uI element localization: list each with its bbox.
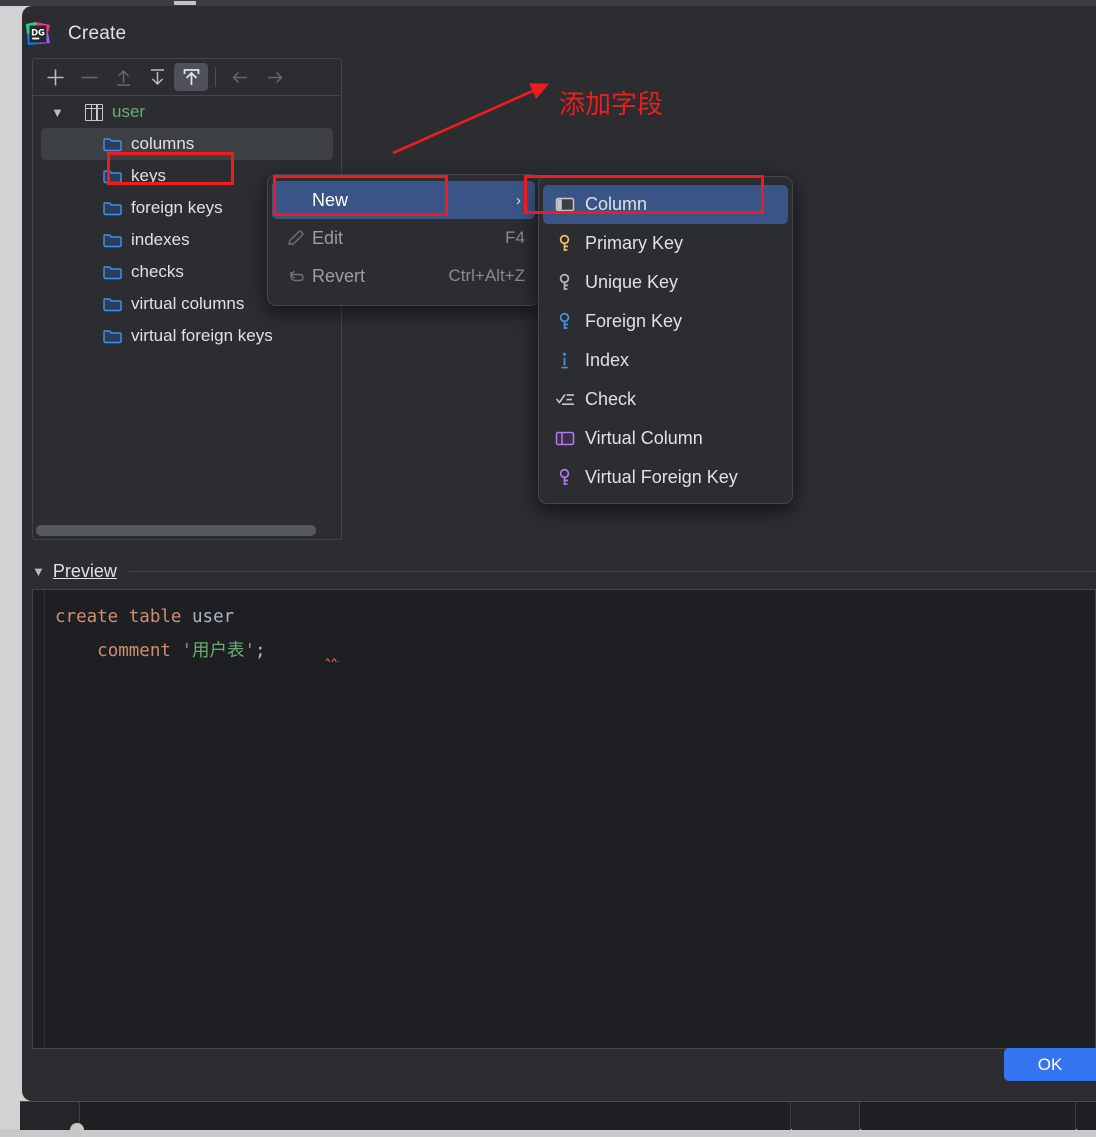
context-menu-item-label: New: [312, 190, 516, 211]
move-down-button[interactable]: [140, 63, 174, 91]
scrollbar-thumb[interactable]: [36, 525, 316, 536]
toolbar-divider: [215, 67, 216, 87]
background-strip-dot: [70, 1123, 84, 1137]
context-menu-shortcut: Ctrl+Alt+Z: [448, 266, 539, 286]
submenu-item-label: Primary Key: [585, 233, 683, 254]
preview-divider: [129, 571, 1096, 572]
submenu-item-label: Check: [585, 389, 636, 410]
background-strip-cell: [792, 1102, 860, 1130]
folder-icon: [103, 297, 122, 312]
background-strip-cell: [81, 1102, 791, 1130]
folder-icon: [103, 169, 122, 184]
move-to-top-button[interactable]: [174, 63, 208, 91]
tree-row-virtual-foreign-keys[interactable]: virtual foreign keys: [33, 320, 341, 352]
background-window-strip: [20, 1101, 1096, 1129]
preview-sql-editor[interactable]: create table user comment '用户表';: [32, 589, 1096, 1049]
context-menu-item-revert[interactable]: Revert Ctrl+Alt+Z: [268, 257, 539, 295]
tree-item-label: columns: [131, 134, 194, 154]
virtual-foreign-key-icon: [555, 468, 585, 487]
sql-semicolon: ;: [255, 641, 266, 661]
tree-body: ▼ user columns: [33, 96, 341, 539]
foreign-key-icon: [555, 312, 585, 331]
background-tab-indicator: [174, 1, 196, 5]
column-icon: [555, 196, 585, 213]
unique-key-icon: [555, 273, 585, 292]
folder-icon: [103, 329, 122, 344]
context-menu-item-label: Revert: [312, 266, 448, 287]
submenu-item-label: Index: [585, 350, 629, 371]
table-icon: [85, 104, 103, 121]
background-strip-cell: [1077, 1102, 1096, 1130]
submenu-item-label: Column: [585, 194, 647, 215]
submenu-item-primary-key[interactable]: Primary Key: [539, 224, 792, 263]
chevron-down-icon[interactable]: ▼: [32, 564, 45, 579]
tree-row-root[interactable]: ▼ user: [33, 96, 341, 128]
tree-row-columns[interactable]: columns: [41, 128, 333, 160]
submenu-item-index[interactable]: Index: [539, 341, 792, 380]
preview-section-header[interactable]: ▼ Preview: [32, 554, 1096, 588]
submenu-item-check[interactable]: Check: [539, 380, 792, 419]
tree-horizontal-scrollbar[interactable]: [36, 525, 338, 536]
ok-button[interactable]: OK: [1004, 1048, 1096, 1081]
tree-item-label: checks: [131, 262, 184, 282]
sql-code: create table user comment '用户表';: [55, 600, 1091, 668]
pencil-icon: [286, 228, 312, 248]
sql-string-literal: '用户表': [181, 641, 255, 661]
svg-text:DG: DG: [31, 27, 45, 37]
submenu-item-label: Foreign Key: [585, 311, 682, 332]
new-object-submenu: Column Primary Key: [538, 176, 793, 504]
submenu-item-label: Unique Key: [585, 272, 678, 293]
create-dialog: DG Create: [22, 6, 1096, 1101]
sql-identifier-user: user: [192, 607, 234, 627]
tree-item-label: indexes: [131, 230, 190, 250]
context-menu-item-edit[interactable]: Edit F4: [268, 219, 539, 257]
context-menu-item-label: Edit: [312, 228, 505, 249]
dialog-title-bar: DG Create: [22, 6, 1096, 60]
tree-root-label: user: [112, 102, 145, 122]
add-button[interactable]: [38, 63, 72, 91]
forward-button[interactable]: [257, 63, 291, 91]
folder-icon: [103, 233, 122, 248]
page-title: Create: [68, 23, 126, 45]
chevron-down-icon[interactable]: ▼: [51, 105, 64, 120]
folder-icon: [103, 201, 122, 216]
submenu-item-virtual-foreign-key[interactable]: Virtual Foreign Key: [539, 458, 792, 497]
context-menu: New › Edit F4 Revert: [267, 174, 540, 306]
check-icon: [555, 391, 585, 408]
tree-item-label: keys: [131, 166, 166, 186]
folder-icon: [103, 137, 122, 152]
sql-keyword-create: create: [55, 607, 118, 627]
back-button[interactable]: [223, 63, 257, 91]
submenu-item-label: Virtual Foreign Key: [585, 467, 738, 488]
error-squiggle-icon: [326, 656, 339, 662]
sql-keyword-table: table: [129, 607, 182, 627]
primary-key-icon: [555, 234, 585, 253]
editor-gutter: [33, 590, 45, 1048]
submenu-item-foreign-key[interactable]: Foreign Key: [539, 302, 792, 341]
submenu-item-label: Virtual Column: [585, 428, 703, 449]
undo-icon: [286, 266, 312, 286]
folder-icon: [103, 265, 122, 280]
tree-item-label: virtual columns: [131, 294, 244, 314]
desktop-background: DG Create: [0, 0, 1096, 1129]
tree-toolbar: [33, 59, 341, 96]
index-icon: [555, 351, 585, 370]
context-menu-shortcut: F4: [505, 228, 539, 248]
submenu-item-unique-key[interactable]: Unique Key: [539, 263, 792, 302]
sql-keyword-comment: comment: [97, 641, 171, 661]
chevron-right-icon: ›: [516, 192, 535, 209]
datagrip-logo-icon: DG: [24, 20, 52, 48]
tree-item-label: virtual foreign keys: [131, 326, 273, 346]
context-menu-item-new[interactable]: New ›: [272, 181, 535, 219]
virtual-column-icon: [555, 430, 585, 447]
preview-label: Preview: [53, 561, 117, 582]
remove-button[interactable]: [72, 63, 106, 91]
submenu-item-column[interactable]: Column: [543, 185, 788, 224]
background-strip-cell: [861, 1102, 1076, 1130]
tree-item-label: foreign keys: [131, 198, 223, 218]
submenu-item-virtual-column[interactable]: Virtual Column: [539, 419, 792, 458]
move-up-button[interactable]: [106, 63, 140, 91]
